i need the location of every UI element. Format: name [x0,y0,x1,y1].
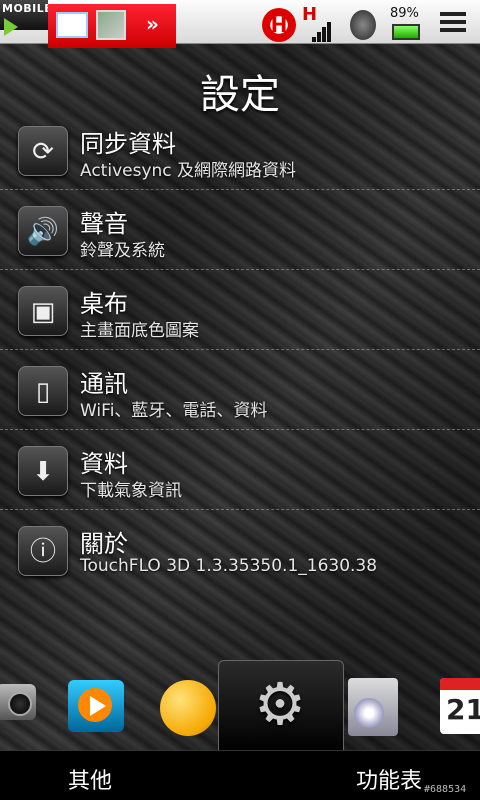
list-item-sound[interactable]: 🔊 聲音 鈴聲及系統 [0,190,480,270]
volume-icon[interactable] [350,10,376,40]
battery-percent: 89% [390,6,419,21]
media-player-icon[interactable] [68,680,124,732]
list-item-sync[interactable]: ⟳ 同步資料 Activesync 及網際網路資料 [0,110,480,190]
item-label: 關於 [80,530,128,558]
battery-icon [392,24,420,40]
download-icon: ⬇ [18,446,68,496]
item-sublabel: Activesync 及網際網路資料 [80,161,297,181]
sync-icon: ⟳ [18,126,68,176]
watermark-id: #688534 [424,784,467,795]
h-status-icon: H [262,8,296,42]
more-arrows-icon[interactable]: » [146,12,159,36]
item-label: 聲音 [80,210,128,238]
list-item-wallpaper[interactable]: ▣ 桌布 主畫面底色圖案 [0,270,480,350]
about-icon: ⓘ [18,526,68,576]
programs-icon[interactable] [348,678,398,736]
calendar-icon[interactable]: 21 [440,678,480,734]
app-thumbnail-icon[interactable] [96,10,126,40]
list-item-about[interactable]: ⓘ 關於 TouchFLO 3D 1.3.35350.1_1630.38 [0,510,480,590]
item-label: 資料 [80,450,128,478]
item-label: 通訊 [80,370,128,398]
softkey-right[interactable]: 功能表 [356,763,422,795]
softkey-bar: 其他 功能表 [0,750,480,800]
settings-gear-icon[interactable]: ⚙ [250,674,310,734]
item-sublabel: 主畫面底色圖案 [80,321,199,341]
tab-dock: ⚙ 21 [0,660,480,752]
signal-strength-icon [312,20,332,42]
weather-icon[interactable] [160,680,216,736]
softkey-left[interactable]: 其他 [68,763,112,795]
item-label: 桌布 [80,290,128,318]
item-sublabel: 鈴聲及系統 [80,241,165,261]
wallpaper-icon: ▣ [18,286,68,336]
menu-list-icon[interactable] [440,12,466,36]
item-sublabel: 下載氣象資訊 [80,481,182,501]
settings-list: ⟳ 同步資料 Activesync 及網際網路資料 🔊 聲音 鈴聲及系統 ▣ 桌… [0,110,480,590]
phone-icon: ▯ [18,366,68,416]
item-sublabel: TouchFLO 3D 1.3.35350.1_1630.38 [80,556,378,576]
window-thumbnail-icon[interactable] [56,12,88,38]
speaker-icon: 🔊 [18,206,68,256]
start-play-icon[interactable] [4,18,18,36]
camera-icon[interactable] [0,684,36,720]
list-item-data[interactable]: ⬇ 資料 下載氣象資訊 [0,430,480,510]
item-sublabel: WiFi、藍牙、電話、資料 [80,401,268,421]
item-label: 同步資料 [80,130,176,158]
list-item-communications[interactable]: ▯ 通訊 WiFi、藍牙、電話、資料 [0,350,480,430]
status-bar: MOBILE01 » H H 89% [0,0,480,48]
calendar-day: 21 [446,693,480,726]
